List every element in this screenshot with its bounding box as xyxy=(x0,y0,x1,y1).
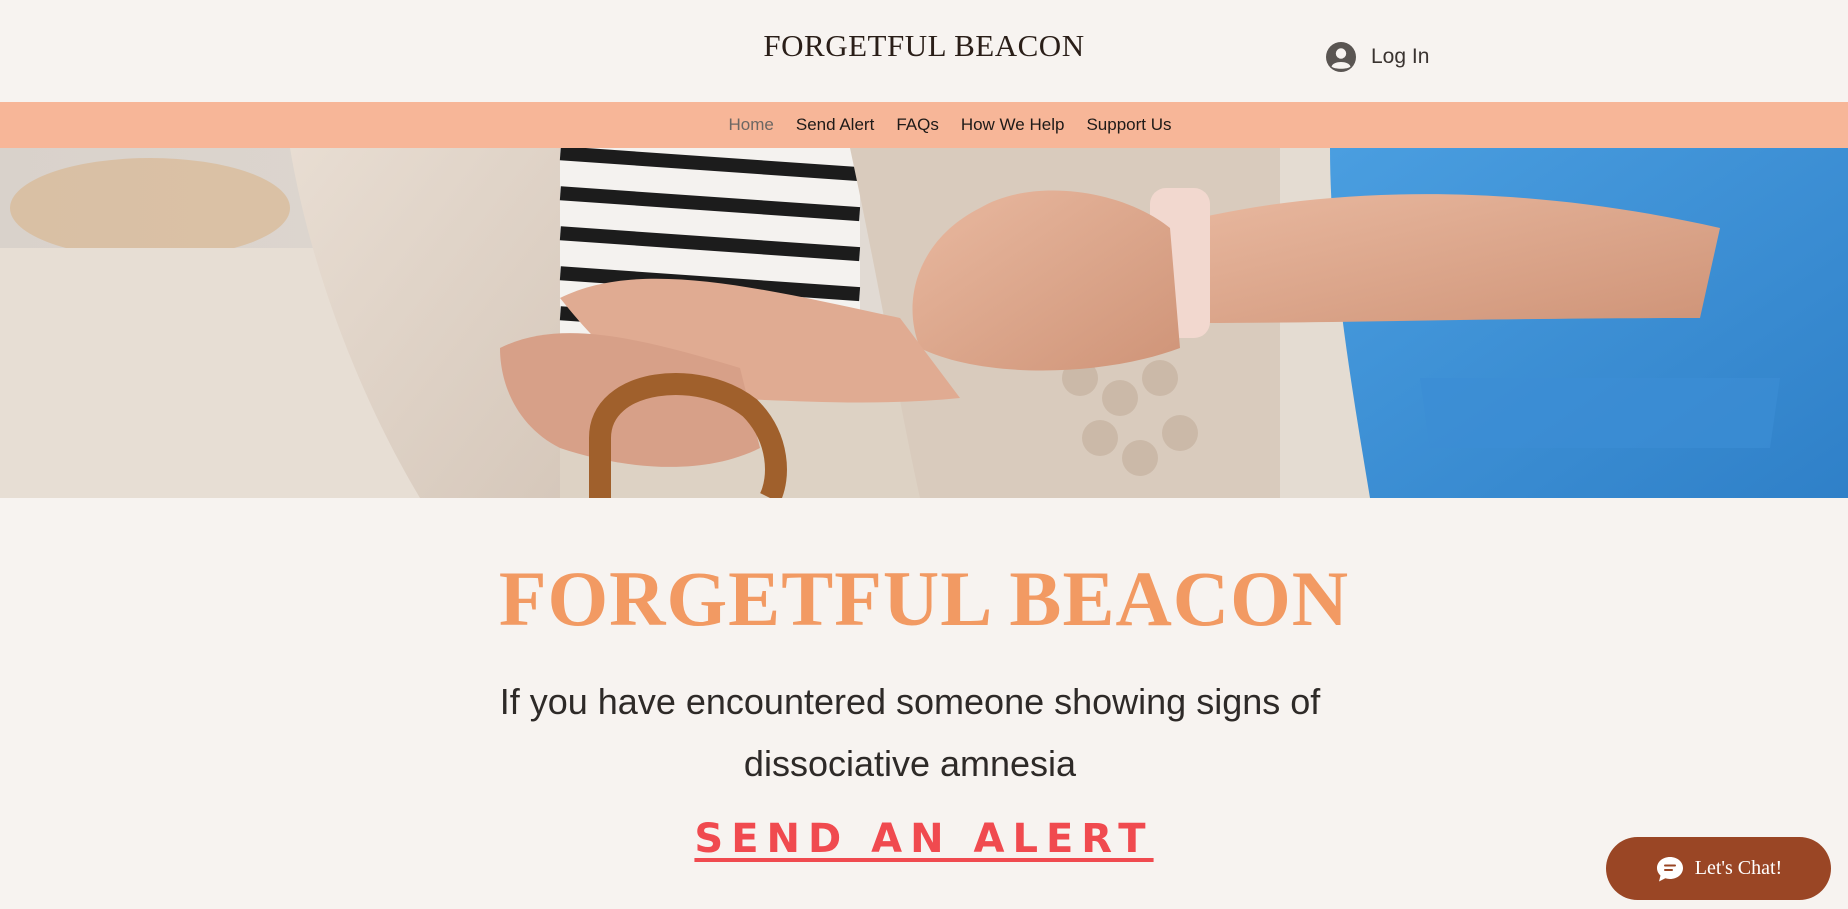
nav-item-support-us[interactable]: Support Us xyxy=(1086,115,1171,135)
main-subtitle: If you have encountered someone showing … xyxy=(499,681,1321,784)
chat-button[interactable]: Let's Chat! xyxy=(1606,837,1831,900)
send-alert-link[interactable]: SEND AN ALERT xyxy=(694,816,1153,862)
send-alert-cta: SEND AN ALERT xyxy=(0,816,1848,862)
main-nav: Home Send Alert FAQs How We Help Support… xyxy=(0,102,1848,148)
nav-item-faqs[interactable]: FAQs xyxy=(896,115,939,135)
nav-item-how-we-help[interactable]: How We Help xyxy=(961,115,1065,135)
nav-item-home[interactable]: Home xyxy=(729,115,774,135)
login-button[interactable]: Log In xyxy=(1326,42,1429,72)
login-label: Log In xyxy=(1371,45,1430,68)
site-title[interactable]: FORGETFUL BEACON xyxy=(0,28,1848,64)
site-header: FORGETFUL BEACON Log In xyxy=(0,0,1848,102)
chat-label: Let's Chat! xyxy=(1694,857,1783,879)
main-title: FORGETFUL BEACON xyxy=(498,555,1350,642)
nav-item-send-alert[interactable]: Send Alert xyxy=(796,115,874,135)
hero-image xyxy=(0,148,1848,498)
chat-bubble-icon xyxy=(1656,856,1683,881)
user-avatar-icon xyxy=(1326,42,1356,72)
